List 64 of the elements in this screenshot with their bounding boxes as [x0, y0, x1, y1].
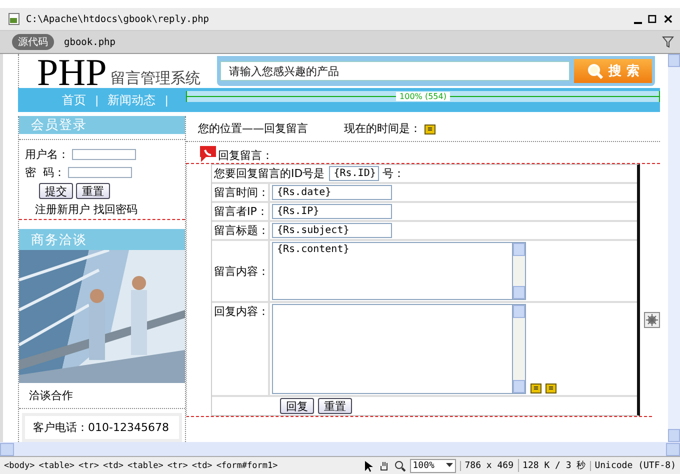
- form-title: 回复留言：: [218, 148, 273, 163]
- zoom-icon: [394, 460, 406, 472]
- form-button[interactable]: 回复: [280, 398, 314, 414]
- form-button[interactable]: 提交: [39, 183, 73, 199]
- business-heading: 商务洽谈: [19, 229, 185, 250]
- logo-subtitle: 留言管理系统: [110, 69, 201, 88]
- close-icon: [664, 13, 674, 25]
- tag-selector[interactable]: <table>: [38, 460, 75, 470]
- window-size: 786 x 469: [460, 460, 514, 470]
- tag-selector[interactable]: <form#form1>: [216, 460, 278, 470]
- encoding: Unicode (UTF-8): [590, 460, 676, 470]
- horizontal-scrollbar[interactable]: [0, 442, 680, 456]
- filter-icon: [662, 36, 674, 48]
- window-title: C:\Apache\htdocs\gbook\reply.php: [26, 14, 210, 24]
- tag-selector[interactable]: <body>: [4, 460, 35, 470]
- textarea-scrollbar[interactable]: [512, 242, 526, 300]
- tag-selector[interactable]: <td>: [192, 460, 212, 470]
- form-button[interactable]: 重置: [318, 398, 352, 414]
- search-icon: [586, 63, 603, 79]
- time-label: 现在的时间是：: [344, 121, 421, 136]
- field-label: 留言标题：: [214, 223, 269, 238]
- zoom-dropdown[interactable]: 100%: [410, 458, 456, 472]
- tag-selector[interactable]: <td>: [103, 460, 124, 470]
- related-file-tab[interactable]: gbook.php: [64, 36, 652, 48]
- gear-icon: [644, 312, 660, 328]
- tag-selector[interactable]: <tr>: [167, 460, 188, 470]
- id-suffix: 号：: [382, 166, 405, 181]
- table-width-guide: 100% (554): [186, 91, 660, 102]
- maximize-icon: [648, 13, 658, 25]
- field-label: 回复内容：: [214, 304, 269, 319]
- minimize-icon: [634, 22, 642, 24]
- logo-text: PHP: [37, 58, 107, 88]
- breadcrumb: 您的位置——回复留言: [198, 121, 308, 136]
- search-field[interactable]: 请输入您感兴趣的产品: [220, 61, 570, 81]
- caret-icon: [446, 463, 453, 468]
- value-field[interactable]: {Rs.date}: [272, 185, 392, 200]
- value-field[interactable]: {Rs.subject}: [272, 223, 392, 238]
- tag-selector[interactable]: <tr>: [78, 460, 100, 470]
- contact-line: 客户电话：010-12345678: [33, 421, 170, 434]
- field-label: 留言者IP：: [214, 204, 268, 219]
- nav-separator: |: [95, 94, 99, 106]
- username-label: 用户名：: [25, 147, 69, 162]
- id-field[interactable]: {Rs.ID}: [328, 166, 379, 181]
- account-links[interactable]: 注册新用户 找回密码: [25, 202, 181, 217]
- password-field[interactable]: [68, 167, 132, 178]
- document-icon: [8, 13, 20, 25]
- password-label: 密 码：: [25, 165, 65, 180]
- hand-icon: [378, 460, 390, 472]
- id-prefix: 您要回复留言的ID号是: [214, 166, 325, 181]
- download-size: 128 K / 3 秒: [518, 459, 586, 472]
- value-field[interactable]: {Rs.IP}: [272, 204, 392, 219]
- field-label: 留言内容：: [214, 264, 269, 278]
- content-textarea[interactable]: {Rs.content}: [272, 242, 512, 300]
- login-heading: 会员登录: [19, 116, 185, 134]
- username-field[interactable]: [72, 149, 136, 160]
- photo-caption: 洽谈合作: [19, 383, 185, 409]
- source-code-button[interactable]: 源代码: [12, 34, 54, 50]
- reply-textarea[interactable]: [272, 304, 512, 394]
- vertical-scrollbar[interactable]: [668, 54, 680, 442]
- form-button[interactable]: 重置: [76, 183, 110, 199]
- textarea-scrollbar[interactable]: [512, 304, 526, 394]
- tag-selector[interactable]: <table>: [128, 460, 164, 470]
- nav-separator: |: [164, 94, 168, 106]
- field-label: 留言时间：: [214, 185, 269, 200]
